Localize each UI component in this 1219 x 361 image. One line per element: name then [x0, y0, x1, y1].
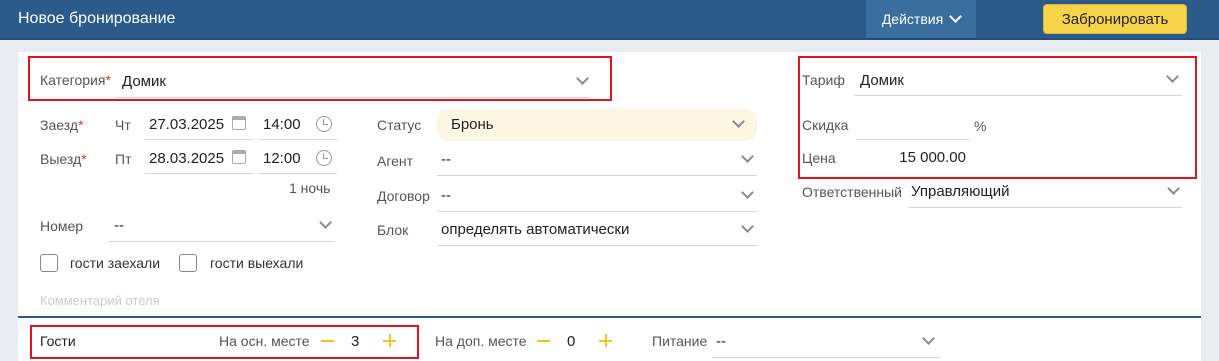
clock-icon — [316, 150, 332, 166]
chevron-down-icon — [319, 216, 332, 229]
price-label: Цена — [802, 150, 836, 166]
checkout-date-input[interactable]: 28.03.2025 — [145, 144, 253, 174]
checkout-date: 28.03.2025 — [149, 150, 225, 167]
block-value: определять автоматически — [441, 221, 630, 238]
category-label: Категория* — [40, 72, 111, 88]
main-place-increment-button[interactable] — [383, 334, 396, 347]
hotel-comment-input[interactable]: Комментарий отеля — [40, 293, 160, 308]
actions-label: Действия — [881, 11, 944, 27]
chevron-down-icon — [732, 115, 745, 128]
chevron-down-icon — [576, 72, 589, 85]
guests-checked-out-label: гости выехали — [210, 255, 304, 271]
main-place-decrement-button[interactable] — [321, 340, 334, 342]
contract-label: Договор — [377, 188, 430, 204]
chevron-down-icon — [741, 220, 754, 233]
agent-label: Агент — [377, 153, 414, 169]
extra-place-value[interactable]: 0 — [567, 333, 575, 350]
chevron-down-icon — [949, 10, 963, 23]
calendar-icon — [232, 150, 246, 164]
chevron-down-icon — [741, 186, 754, 199]
chevron-down-icon — [741, 150, 754, 163]
chevron-down-icon — [1167, 182, 1180, 195]
chevron-down-icon — [922, 332, 935, 345]
status-label: Статус — [377, 117, 422, 133]
checkin-time-input[interactable]: 14:00 — [259, 110, 337, 140]
guests-checked-in-label: гости заехали — [70, 255, 161, 271]
actions-menu-button[interactable]: Действия — [866, 0, 976, 38]
tariff-value: Домик — [860, 72, 904, 89]
responsible-value: Управляющий — [911, 183, 1010, 200]
meals-label: Питание — [652, 333, 708, 349]
status-value: Бронь — [451, 116, 494, 133]
checkin-date-input[interactable]: 27.03.2025 — [145, 110, 253, 140]
extra-place-label: На доп. месте — [435, 333, 527, 349]
guests-section: Гости На осн. месте 3 На доп. месте 0 Пи… — [18, 316, 1201, 361]
chevron-down-icon — [1166, 70, 1179, 83]
tariff-select[interactable]: Домик — [854, 64, 1182, 96]
discount-unit: % — [974, 118, 987, 134]
main-place-label: На осн. месте — [219, 333, 310, 349]
discount-label: Скидка — [802, 117, 849, 133]
clock-icon — [316, 116, 332, 132]
checkin-label: Заезд* — [40, 117, 84, 133]
book-button[interactable]: Забронировать — [1043, 4, 1187, 34]
checkin-date: 27.03.2025 — [149, 116, 225, 133]
checkout-label: Выезд* — [40, 151, 87, 167]
room-value: -- — [114, 217, 124, 234]
contract-value: -- — [441, 187, 451, 204]
status-select[interactable]: Бронь — [437, 109, 757, 141]
room-select[interactable]: -- — [108, 210, 334, 242]
extra-place-increment-button[interactable] — [599, 334, 612, 347]
extra-place-decrement-button[interactable] — [537, 340, 550, 342]
nights-count: 1 ночь — [289, 180, 331, 196]
contract-select[interactable]: -- — [437, 180, 757, 212]
responsible-label: Ответственный — [802, 184, 902, 200]
agent-select[interactable]: -- — [437, 144, 757, 176]
checkin-time: 14:00 — [263, 116, 301, 133]
meals-value: -- — [716, 333, 726, 350]
room-label: Номер — [40, 218, 84, 234]
page-title: Новое бронирование — [18, 10, 176, 27]
checkout-time-input[interactable]: 12:00 — [259, 144, 337, 174]
category-select[interactable]: Домик — [116, 66, 590, 98]
tariff-label: Тариф — [802, 72, 845, 88]
guests-checked-in-checkbox[interactable] — [40, 254, 58, 272]
checkout-weekday: Пт — [115, 151, 132, 167]
price-input[interactable]: 15 000.00 — [856, 143, 970, 173]
discount-input[interactable] — [856, 110, 970, 140]
price-value: 15 000.00 — [899, 149, 966, 166]
booking-form: Категория* Домик Заезд* Чт 27.03.2025 14… — [18, 52, 1201, 316]
main-place-value[interactable]: 3 — [351, 333, 359, 350]
top-bar: Новое бронирование Действия Забронироват… — [0, 0, 1219, 40]
checkout-time: 12:00 — [263, 150, 301, 167]
category-value: Домик — [122, 73, 166, 90]
guests-label: Гости — [40, 333, 76, 349]
guests-checked-out-checkbox[interactable] — [179, 254, 197, 272]
calendar-icon — [232, 116, 246, 130]
block-label: Блок — [377, 222, 409, 238]
block-select[interactable]: определять автоматически — [437, 214, 757, 246]
responsible-select[interactable]: Управляющий — [908, 176, 1182, 208]
agent-value: -- — [441, 151, 451, 168]
checkin-weekday: Чт — [115, 117, 131, 133]
meals-select[interactable]: -- — [712, 326, 940, 358]
